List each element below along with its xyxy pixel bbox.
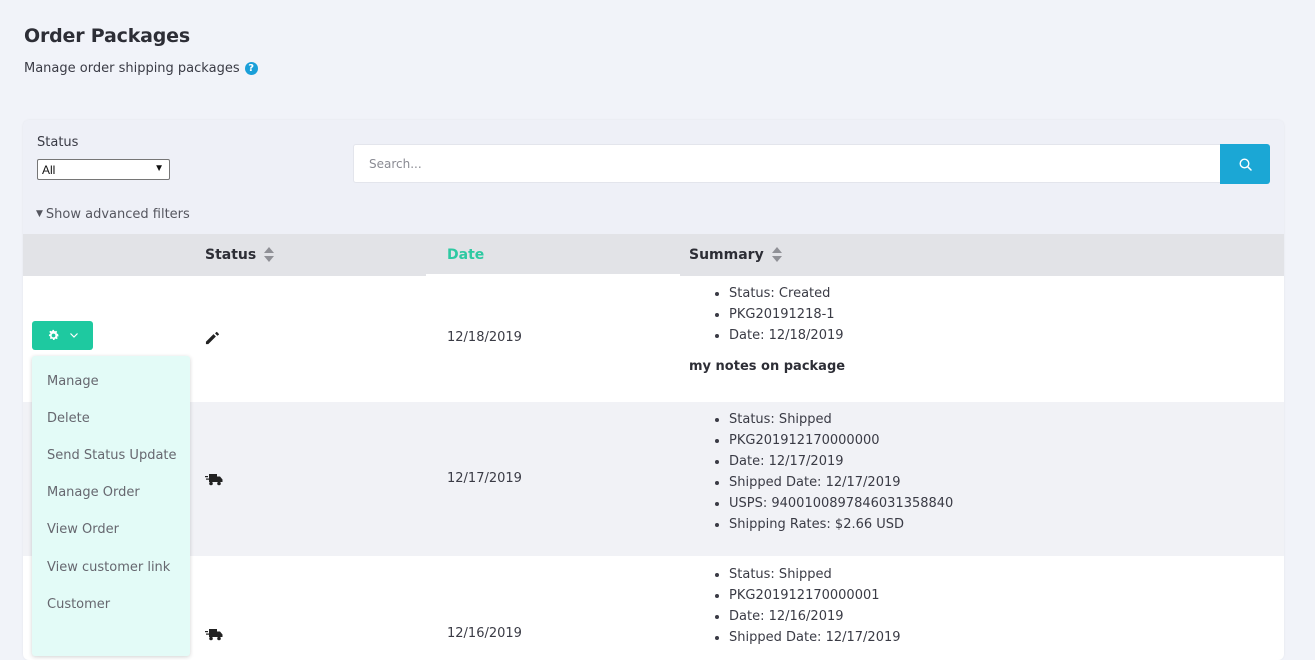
column-header-summary-label: Summary	[689, 247, 764, 263]
status-truck-icon	[205, 626, 223, 645]
summary-list: Status: Shipped PKG201912170000000 Date:…	[689, 409, 953, 535]
row-actions-button[interactable]	[32, 321, 93, 350]
status-pencil-icon	[205, 330, 220, 349]
truck-icon	[205, 474, 223, 486]
page-title: Order Packages	[24, 25, 190, 47]
menu-item-send-status-update[interactable]: Send Status Update	[47, 448, 177, 463]
status-filter-value: All	[42, 163, 56, 177]
menu-item-view-order[interactable]: View Order	[47, 522, 119, 537]
menu-item-customer[interactable]: Customer	[47, 597, 110, 612]
menu-item-delete[interactable]: Delete	[47, 411, 90, 426]
package-notes: my notes on package	[689, 359, 846, 374]
table-row: 12/17/2019 Status: Shipped PKG2019121700…	[23, 402, 1284, 556]
column-header-status[interactable]: Status	[205, 247, 275, 263]
column-header-date-label: Date	[447, 247, 485, 263]
advanced-filters-toggle[interactable]: ▼ Show advanced filters	[36, 207, 190, 222]
select-arrow-icon: ▼	[154, 163, 164, 174]
page-subtitle-text: Manage order shipping packages	[24, 61, 240, 76]
row-date: 12/18/2019	[447, 330, 522, 345]
summary-item: PKG201912170000000	[729, 430, 953, 451]
sort-icon	[771, 247, 782, 263]
summary-item: Date: 12/16/2019	[729, 606, 901, 627]
summary-item: PKG20191218-1	[729, 304, 845, 325]
search-placeholder: Search...	[369, 157, 422, 171]
summary-list: Status: Created PKG20191218-1 Date: 12/1…	[689, 283, 845, 346]
summary-item: Shipping Rates: $2.66 USD	[729, 514, 953, 535]
summary-item: USPS: 9400100897846031358840	[729, 493, 953, 514]
summary-item: Status: Shipped	[729, 564, 901, 585]
menu-item-manage-order[interactable]: Manage Order	[47, 485, 140, 500]
summary-item: Status: Created	[729, 283, 845, 304]
menu-item-manage[interactable]: Manage	[47, 374, 99, 389]
menu-item-view-customer-link[interactable]: View customer link	[47, 560, 170, 575]
table-row: 12/18/2019 Status: Created PKG20191218-1…	[23, 276, 1284, 402]
page-subtitle: Manage order shipping packages ?	[24, 61, 258, 76]
search-button[interactable]	[1220, 144, 1270, 184]
status-filter-select[interactable]: All ▼	[37, 159, 170, 180]
gear-icon	[48, 329, 59, 341]
row-date: 12/16/2019	[447, 626, 522, 641]
question-circle-icon[interactable]: ?	[244, 62, 258, 75]
search-icon	[1238, 157, 1252, 171]
packages-panel: Status All ▼ Search... ▼ Show advanced f…	[23, 120, 1284, 660]
row-summary: Status: Shipped PKG201912170000000 Date:…	[689, 409, 953, 535]
column-header-status-label: Status	[205, 247, 257, 263]
summary-list: Status: Shipped PKG201912170000001 Date:…	[689, 564, 901, 648]
row-summary: Status: Created PKG20191218-1 Date: 12/1…	[689, 283, 845, 374]
summary-item: Shipped Date: 12/17/2019	[729, 627, 901, 648]
column-header-summary[interactable]: Summary	[689, 247, 782, 263]
pencil-icon	[205, 331, 219, 345]
row-summary: Status: Shipped PKG201912170000001 Date:…	[689, 564, 901, 648]
status-filter-label: Status	[37, 135, 79, 150]
summary-item: Status: Shipped	[729, 409, 953, 430]
truck-icon	[205, 629, 223, 641]
row-date: 12/17/2019	[447, 471, 522, 486]
search-input[interactable]: Search...	[353, 144, 1220, 183]
status-truck-icon	[205, 471, 223, 490]
row-actions-menu: Manage Delete Send Status Update Manage …	[32, 356, 190, 656]
advanced-filters-label: Show advanced filters	[45, 207, 190, 222]
summary-item: PKG201912170000001	[729, 585, 901, 606]
table-header: Status Date Summary	[23, 234, 1284, 276]
column-header-date[interactable]: Date	[447, 247, 484, 263]
summary-item: Date: 12/17/2019	[729, 451, 953, 472]
chevron-down-icon	[70, 333, 78, 338]
summary-item: Shipped Date: 12/17/2019	[729, 472, 953, 493]
chevron-down-icon: ▼	[36, 208, 43, 219]
summary-item: Date: 12/18/2019	[729, 325, 845, 346]
table-row: 12/16/2019 Status: Shipped PKG2019121700…	[23, 556, 1284, 660]
sort-icon	[264, 247, 275, 263]
